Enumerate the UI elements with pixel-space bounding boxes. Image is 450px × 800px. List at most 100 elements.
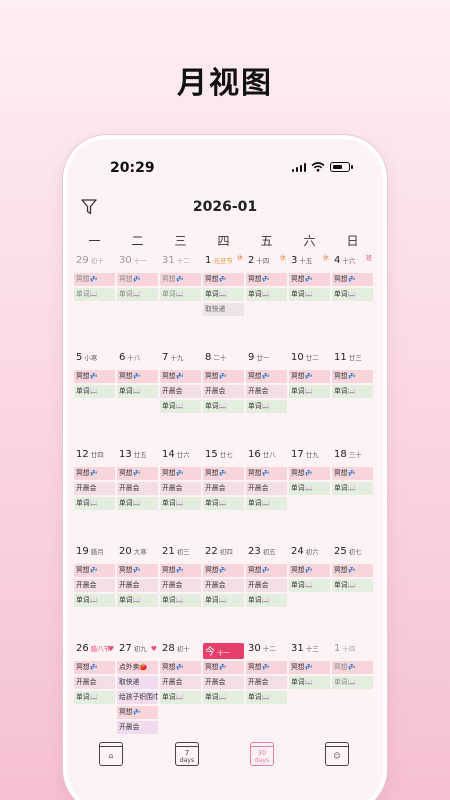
event-chip[interactable]: 单词📖 [332, 385, 373, 398]
day-cell[interactable]: 5 小寒 冥想💤 单词📖 [73, 352, 116, 449]
event-chip[interactable]: 开晨会 [160, 385, 201, 398]
event-chip[interactable]: 开晨会 [203, 482, 244, 495]
event-chip[interactable]: 给孩子织围巾 [117, 691, 158, 704]
event-chip[interactable]: 开晨会 [117, 721, 158, 734]
day-cell[interactable]: 27 初九 ♥ 点外卖🍅 取快递 给孩子织围巾 冥想💤 开晨会 [116, 643, 159, 734]
event-chip[interactable]: 冥想💤 [289, 661, 330, 674]
day-cell[interactable]: 31 十二 冥想💤 单词📖 [159, 255, 202, 352]
event-chip[interactable]: 单词📖 [74, 288, 115, 301]
day-cell[interactable]: 13 廿五 冥想💤 开晨会 单词📖 [116, 449, 159, 546]
event-chip[interactable]: 冥想💤 [74, 273, 115, 286]
day-cell[interactable]: 30 十二 冥想💤 开晨会 单词📖 [245, 643, 288, 733]
event-chip[interactable]: 冥想💤 [332, 467, 373, 480]
event-chip[interactable]: 冥想💤 [246, 564, 287, 577]
event-chip[interactable]: 开晨会 [203, 579, 244, 592]
day-cell[interactable]: 28 初十 冥想💤 开晨会 单词📖 [159, 643, 202, 733]
event-chip[interactable]: 开晨会 [203, 385, 244, 398]
day-cell[interactable]: 25 初七 冥想💤 单词📖 [331, 546, 374, 643]
event-chip[interactable]: 冥想💤 [117, 564, 158, 577]
day-cell[interactable]: 今十一 冥想💤 开晨会 单词📖 [202, 643, 245, 733]
day-cell[interactable]: 23 初五 冥想💤 开晨会 单词📖 [245, 546, 288, 643]
event-chip[interactable]: 点外卖🍅 [117, 661, 158, 674]
day-cell[interactable]: 6 十八 冥想💤 单词📖 [116, 352, 159, 449]
event-chip[interactable]: 冥想💤 [74, 661, 115, 674]
event-chip[interactable]: 单词📖 [203, 288, 244, 301]
event-chip[interactable]: 冥想💤 [246, 273, 287, 286]
event-chip[interactable]: 冥想💤 [117, 370, 158, 383]
event-chip[interactable]: 冥想💤 [74, 467, 115, 480]
event-chip[interactable]: 冥想💤 [332, 661, 373, 674]
home-icon[interactable]: ⌂ [99, 742, 123, 766]
event-chip[interactable]: 单词📖 [332, 482, 373, 495]
event-chip[interactable]: 单词📖 [160, 691, 201, 704]
event-chip[interactable]: 开晨会 [246, 676, 287, 689]
day-cell[interactable]: 22 初四 冥想💤 开晨会 单词📖 [202, 546, 245, 643]
day-cell[interactable]: 21 初三 冥想💤 开晨会 单词📖 [159, 546, 202, 643]
day-cell[interactable]: 16 廿八 冥想💤 开晨会 单词📖 [245, 449, 288, 546]
event-chip[interactable]: 单词📖 [74, 497, 115, 510]
event-chip[interactable]: 单词📖 [246, 497, 287, 510]
event-chip[interactable]: 冥想💤 [203, 467, 244, 480]
event-chip[interactable]: 单词📖 [160, 594, 201, 607]
event-chip[interactable]: 单词📖 [74, 594, 115, 607]
event-chip[interactable]: 单词📖 [160, 497, 201, 510]
day-cell[interactable]: 7 十九 冥想💤 开晨会 单词📖 [159, 352, 202, 449]
event-chip[interactable]: 开晨会 [74, 579, 115, 592]
event-chip[interactable]: 冥想💤 [332, 564, 373, 577]
event-chip[interactable]: 冥想💤 [289, 273, 330, 286]
event-chip[interactable]: 冥想💤 [160, 661, 201, 674]
event-chip[interactable]: 单词📖 [117, 594, 158, 607]
event-chip[interactable]: 单词📖 [332, 288, 373, 301]
day-cell[interactable]: 14 廿六 冥想💤 开晨会 单词📖 [159, 449, 202, 546]
event-chip[interactable]: 冥想💤 [160, 564, 201, 577]
day-cell[interactable]: 30 十一 冥想💤 单词📖 [116, 255, 159, 352]
event-chip[interactable]: 单词📖 [203, 497, 244, 510]
event-chip[interactable]: 冥想💤 [203, 564, 244, 577]
event-chip[interactable]: 单词📖 [289, 385, 330, 398]
event-chip[interactable]: 冥想💤 [203, 273, 244, 286]
month-title[interactable]: 2026-01 [67, 199, 383, 215]
event-chip[interactable]: 取快递 [203, 303, 244, 316]
event-chip[interactable]: 开晨会 [160, 676, 201, 689]
event-chip[interactable]: 冥想💤 [74, 370, 115, 383]
event-chip[interactable]: 开晨会 [203, 676, 244, 689]
event-chip[interactable]: 开晨会 [246, 482, 287, 495]
event-chip[interactable]: 单词📖 [117, 288, 158, 301]
day-cell[interactable]: 15 廿七 冥想💤 开晨会 单词📖 [202, 449, 245, 546]
event-chip[interactable]: 冥想💤 [246, 467, 287, 480]
day-cell[interactable]: 26 腊八节 ♥ 冥想💤 开晨会 单词📖 [73, 643, 116, 733]
event-chip[interactable]: 单词📖 [289, 482, 330, 495]
event-chip[interactable]: 开晨会 [246, 579, 287, 592]
event-chip[interactable]: 单词📖 [74, 385, 115, 398]
day-cell[interactable]: 1 十四 冥想💤 单词📖 [331, 643, 374, 733]
day-cell[interactable]: 11 廿三 冥想💤 单词📖 [331, 352, 374, 449]
event-chip[interactable]: 开晨会 [74, 482, 115, 495]
event-chip[interactable]: 单词📖 [160, 288, 201, 301]
day-cell[interactable]: 24 初六 冥想💤 单词📖 [288, 546, 331, 643]
event-chip[interactable]: 取快递 [117, 676, 158, 689]
event-chip[interactable]: 冥想💤 [160, 467, 201, 480]
event-chip[interactable]: 冥想💤 [160, 273, 201, 286]
day-cell[interactable]: 10 廿二 冥想💤 单词📖 [288, 352, 331, 449]
day-cell[interactable]: 12 廿四 冥想💤 开晨会 单词📖 [73, 449, 116, 546]
event-chip[interactable]: 冥想💤 [246, 661, 287, 674]
event-chip[interactable]: 单词📖 [203, 691, 244, 704]
event-chip[interactable]: 开晨会 [117, 482, 158, 495]
event-chip[interactable]: 冥想💤 [332, 273, 373, 286]
event-chip[interactable]: 单词📖 [203, 400, 244, 413]
event-chip[interactable]: 冥想💤 [117, 467, 158, 480]
event-chip[interactable]: 单词📖 [203, 594, 244, 607]
event-chip[interactable]: 单词📖 [332, 579, 373, 592]
profile-icon[interactable]: ☺ [325, 742, 349, 766]
month-calendar-icon[interactable]: 30 days [250, 742, 274, 766]
event-chip[interactable]: 冥想💤 [289, 370, 330, 383]
event-chip[interactable]: 冥想💤 [117, 273, 158, 286]
event-chip[interactable]: 单词📖 [289, 579, 330, 592]
day-cell[interactable]: 1 元旦节休冥想💤 单词📖 取快递 [202, 255, 245, 352]
day-cell[interactable]: 9 廿一 冥想💤 开晨会 单词📖 [245, 352, 288, 449]
day-cell[interactable]: 19 腊月 冥想💤 开晨会 单词📖 [73, 546, 116, 643]
event-chip[interactable]: 单词📖 [246, 594, 287, 607]
day-cell[interactable]: 3 十五 休冥想💤 单词📖 [288, 255, 331, 352]
event-chip[interactable]: 冥想💤 [74, 564, 115, 577]
event-chip[interactable]: 冥想💤 [203, 661, 244, 674]
